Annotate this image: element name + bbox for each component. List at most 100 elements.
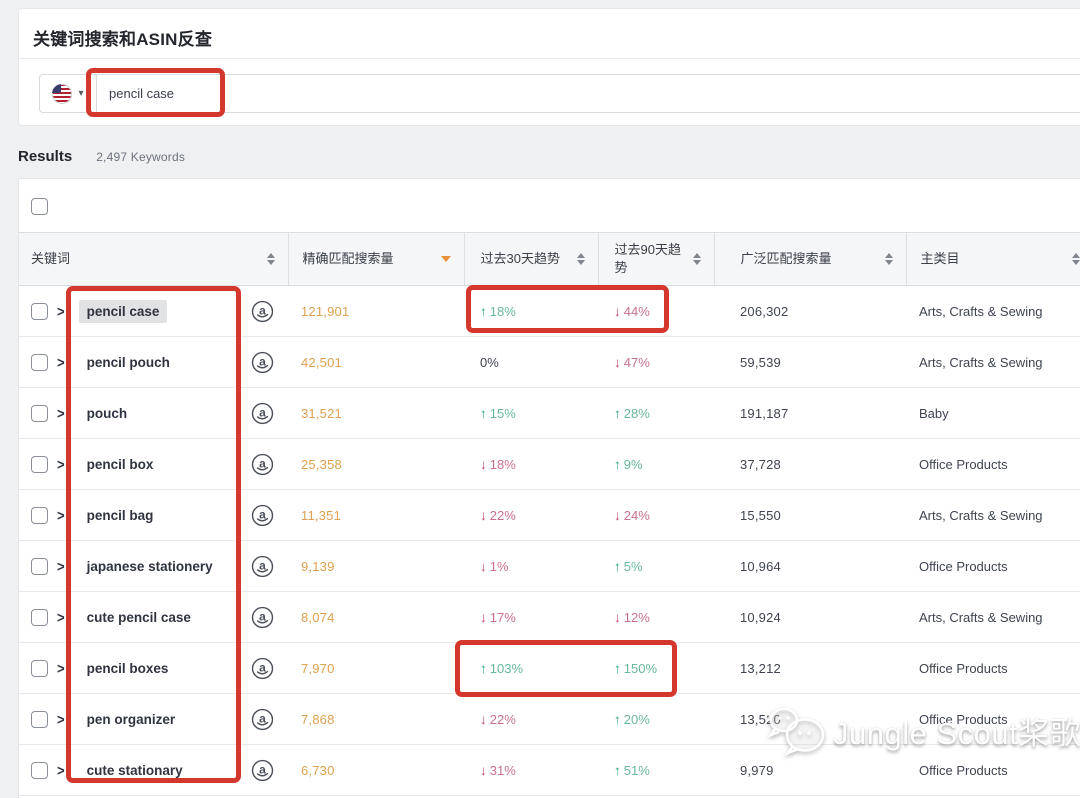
- column-header-trend-30d[interactable]: 过去30天趋势: [464, 233, 598, 286]
- expand-chevron-icon[interactable]: >: [57, 353, 65, 370]
- trend-value: 103%: [490, 661, 523, 676]
- amazon-link-icon[interactable]: a: [251, 555, 274, 578]
- trend-up-arrow-icon: ↑: [614, 457, 621, 472]
- trend-value: 51%: [624, 763, 650, 778]
- trend-90d: ↑9%: [598, 439, 714, 490]
- row-checkbox[interactable]: [31, 507, 48, 524]
- trend-value: 20%: [624, 712, 650, 727]
- marketplace-select[interactable]: ▾: [40, 75, 97, 112]
- broad-match-volume: 13,520: [714, 694, 906, 745]
- keyword-search-input[interactable]: [97, 75, 1080, 112]
- amazon-link-icon[interactable]: a: [251, 657, 274, 680]
- expand-chevron-icon[interactable]: >: [57, 506, 65, 523]
- column-header-keyword[interactable]: 关键词: [19, 233, 288, 286]
- keyword-text[interactable]: japanese stationery: [79, 555, 221, 578]
- keyword-text[interactable]: pen organizer: [79, 708, 184, 731]
- trend-90d: ↑150%: [598, 643, 714, 694]
- sort-icon[interactable]: [885, 249, 893, 269]
- keyword-text[interactable]: pencil bag: [79, 504, 162, 527]
- keyword-text[interactable]: pencil pouch: [79, 351, 178, 374]
- column-header-broad-volume[interactable]: 广泛匹配搜索量: [714, 233, 906, 286]
- keyword-text[interactable]: pouch: [79, 402, 136, 425]
- expand-chevron-icon[interactable]: >: [57, 404, 65, 421]
- search-input-group: ▾: [39, 74, 1080, 113]
- category: Arts, Crafts & Sewing: [906, 592, 1080, 643]
- exact-match-volume: 25,358: [288, 439, 464, 490]
- trend-down-arrow-icon: ↓: [480, 712, 487, 727]
- expand-chevron-icon[interactable]: >: [57, 557, 65, 574]
- row-checkbox[interactable]: [31, 660, 48, 677]
- expand-chevron-icon[interactable]: >: [57, 710, 65, 727]
- column-label: 过去30天趋势: [481, 251, 560, 266]
- exact-match-volume: 11,351: [288, 490, 464, 541]
- trend-down-arrow-icon: ↓: [480, 508, 487, 523]
- keyword-text[interactable]: cute pencil case: [79, 606, 199, 629]
- sort-icon[interactable]: [1072, 249, 1080, 269]
- row-checkbox[interactable]: [31, 405, 48, 422]
- trend-90d: ↓24%: [598, 490, 714, 541]
- amazon-link-icon[interactable]: a: [251, 300, 274, 323]
- broad-match-volume: 15,550: [714, 490, 906, 541]
- expand-chevron-icon[interactable]: >: [57, 608, 65, 625]
- amazon-link-icon[interactable]: a: [251, 402, 274, 425]
- trend-90d: ↑20%: [598, 694, 714, 745]
- category: Office Products: [906, 745, 1080, 796]
- keyword-text[interactable]: pencil boxes: [79, 657, 177, 680]
- exact-match-volume: 31,521: [288, 388, 464, 439]
- category: Office Products: [906, 439, 1080, 490]
- trend-down-arrow-icon: ↓: [614, 304, 621, 319]
- trend-value: 0%: [480, 355, 499, 370]
- trend-value: 31%: [490, 763, 516, 778]
- sort-icon[interactable]: [267, 249, 275, 269]
- column-header-category[interactable]: 主类目: [906, 233, 1080, 286]
- trend-value: 22%: [490, 712, 516, 727]
- amazon-link-icon[interactable]: a: [251, 453, 274, 476]
- row-checkbox[interactable]: [31, 558, 48, 575]
- amazon-link-icon[interactable]: a: [251, 351, 274, 374]
- column-header-trend-90d[interactable]: 过去90天趋势: [598, 233, 714, 286]
- trend-value: 12%: [624, 610, 650, 625]
- trend-value: 44%: [624, 304, 650, 319]
- keyword-text[interactable]: pencil box: [79, 453, 162, 476]
- broad-match-volume: 191,187: [714, 388, 906, 439]
- row-checkbox[interactable]: [31, 456, 48, 473]
- trend-30d: ↓1%: [464, 541, 598, 592]
- trend-down-arrow-icon: ↓: [480, 559, 487, 574]
- trend-value: 150%: [624, 661, 657, 676]
- row-checkbox[interactable]: [31, 609, 48, 626]
- keyword-text[interactable]: pencil case: [79, 300, 168, 323]
- trend-up-arrow-icon: ↑: [480, 661, 487, 676]
- page-title: 关键词搜索和ASIN反查: [19, 9, 1080, 58]
- expand-chevron-icon[interactable]: >: [57, 761, 65, 778]
- amazon-link-icon[interactable]: a: [251, 504, 274, 527]
- exact-match-volume: 7,970: [288, 643, 464, 694]
- select-all-checkbox[interactable]: [31, 198, 48, 215]
- trend-up-arrow-icon: ↑: [614, 661, 621, 676]
- sort-desc-icon[interactable]: [441, 251, 451, 267]
- keyword-search-card: 关键词搜索和ASIN反查 ▾: [18, 8, 1080, 126]
- keywords-table: 关键词 精确匹配搜索量 过去30天趋势 过去90天趋势 广泛匹配搜索量: [19, 232, 1080, 796]
- expand-chevron-icon[interactable]: >: [57, 455, 65, 472]
- row-checkbox[interactable]: [31, 711, 48, 728]
- row-checkbox[interactable]: [31, 354, 48, 371]
- table-row: > pouch a 31,521 ↑15% ↑28% 191,187 Baby: [19, 388, 1080, 439]
- trend-value: 17%: [490, 610, 516, 625]
- trend-up-arrow-icon: ↑: [480, 304, 487, 319]
- exact-match-volume: 121,901: [288, 286, 464, 337]
- sort-icon[interactable]: [693, 249, 701, 269]
- us-flag-icon: [52, 84, 72, 104]
- amazon-link-icon[interactable]: a: [251, 759, 274, 782]
- broad-match-volume: 10,924: [714, 592, 906, 643]
- expand-chevron-icon[interactable]: >: [57, 302, 65, 319]
- trend-30d: ↑15%: [464, 388, 598, 439]
- column-header-exact-volume[interactable]: 精确匹配搜索量: [288, 233, 464, 286]
- expand-chevron-icon[interactable]: >: [57, 659, 65, 676]
- table-row: > cute pencil case a 8,074 ↓17% ↓12% 10,…: [19, 592, 1080, 643]
- keyword-text[interactable]: cute stationary: [79, 759, 191, 782]
- row-checkbox[interactable]: [31, 762, 48, 779]
- amazon-link-icon[interactable]: a: [251, 708, 274, 731]
- row-checkbox[interactable]: [31, 303, 48, 320]
- amazon-link-icon[interactable]: a: [251, 606, 274, 629]
- table-row: > pencil box a 25,358 ↓18% ↑9% 37,728 Of…: [19, 439, 1080, 490]
- sort-icon[interactable]: [577, 249, 585, 269]
